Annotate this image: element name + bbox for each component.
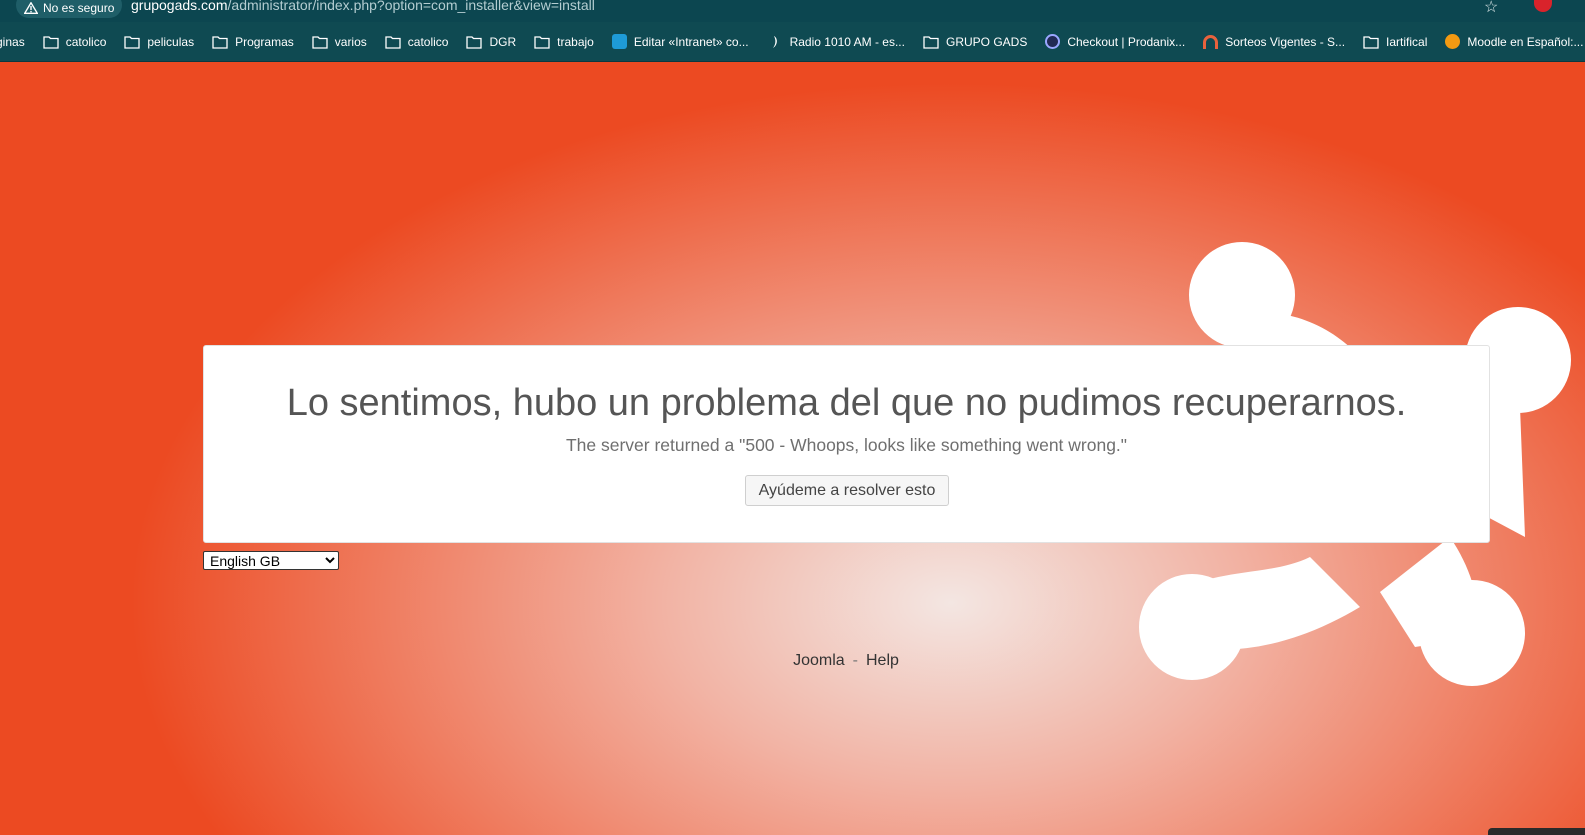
extension-icon[interactable] <box>1534 0 1552 12</box>
folder-icon <box>385 35 401 49</box>
bookmark-item[interactable]: ginas <box>0 22 34 61</box>
bookmark-link[interactable]: Checkout | Prodanix... <box>1036 22 1194 61</box>
security-indicator[interactable]: No es seguro <box>16 0 123 18</box>
folder-icon <box>923 35 939 49</box>
url-path: /administrator/index.php?option=com_inst… <box>227 0 595 13</box>
folder-icon <box>466 35 483 49</box>
bookmark-folder[interactable]: DGR <box>457 22 525 61</box>
folder-icon <box>43 35 59 49</box>
bookmark-folder[interactable]: GRUPO GADS <box>914 22 1036 61</box>
taskbar-edge <box>1488 828 1585 835</box>
bookmark-folder[interactable]: peliculas <box>115 22 203 61</box>
bookmark-folder[interactable]: trabajo <box>525 22 603 61</box>
folder-icon <box>124 35 141 49</box>
bookmark-folder[interactable]: Programas <box>203 22 303 61</box>
bookmark-star-icon[interactable]: ☆ <box>1484 0 1498 17</box>
footer-links: Joomla - Help <box>0 652 1585 670</box>
help-me-button[interactable]: Ayúdeme a resolver esto <box>745 475 949 506</box>
joomla-link[interactable]: Joomla <box>793 652 845 669</box>
bookmark-link[interactable]: Radio 1010 AM - es... <box>758 22 914 61</box>
checkout-favicon-icon <box>1045 34 1061 49</box>
address-bar: No es seguro grupogads.com/administrator… <box>0 0 1585 22</box>
folder-icon <box>212 35 228 49</box>
bookmark-folder[interactable]: Iartifical <box>1354 22 1436 61</box>
bookmark-folder[interactable]: catolico <box>376 22 458 61</box>
bookmark-link[interactable]: Moodle en Español:... <box>1436 22 1585 61</box>
folder-icon <box>1363 35 1379 49</box>
sorteos-favicon-icon <box>1203 34 1219 49</box>
folder-icon <box>534 35 550 49</box>
error-page: Lo sentimos, hubo un problema del que no… <box>0 62 1585 835</box>
url-field[interactable]: grupogads.com/administrator/index.php?op… <box>131 0 595 13</box>
bookmark-folder[interactable]: varios <box>303 22 376 61</box>
warning-icon <box>24 2 38 14</box>
bookmark-folder[interactable]: catolico <box>34 22 116 61</box>
bookmark-link[interactable]: Editar «Intranet» co... <box>603 22 758 61</box>
error-title: Lo sentimos, hubo un problema del que no… <box>286 382 1407 424</box>
bookmark-link[interactable]: Sorteos Vigentes - S... <box>1194 22 1354 61</box>
help-link[interactable]: Help <box>866 652 899 669</box>
error-card: Lo sentimos, hubo un problema del que no… <box>203 345 1490 543</box>
url-domain: grupogads.com <box>131 0 228 13</box>
folder-icon <box>312 35 328 49</box>
radio-favicon-icon <box>772 35 777 48</box>
intranet-favicon-icon <box>611 34 627 49</box>
error-message: The server returned a "500 - Whoops, loo… <box>565 435 1128 455</box>
footer-separator: - <box>852 652 858 669</box>
bookmarks-bar: ginas catolico peliculas Programas vario… <box>0 22 1585 62</box>
moodle-favicon-icon <box>1445 34 1461 49</box>
security-label: No es seguro <box>43 1 115 15</box>
language-select[interactable]: English GB <box>203 551 339 570</box>
